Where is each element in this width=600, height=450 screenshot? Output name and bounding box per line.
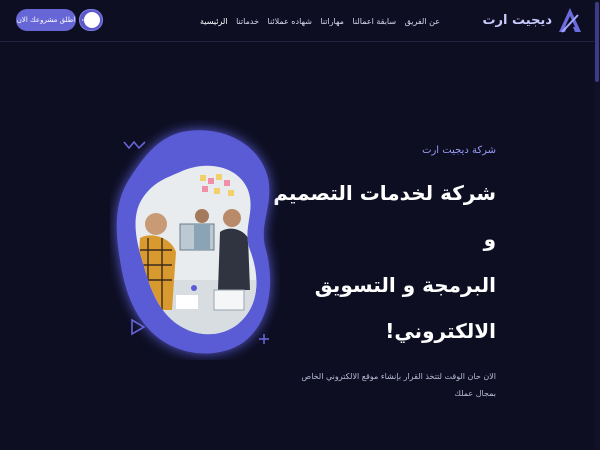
nav-link-portfolio[interactable]: سابقة اعمالنا — [352, 17, 396, 26]
team-photo-blob — [116, 130, 271, 354]
nav-link-team[interactable]: عن الفريق — [405, 17, 440, 26]
brand-name: ديجيت ارت — [482, 12, 552, 28]
scroll-thumb[interactable] — [595, 2, 599, 82]
nav-link-testimonials[interactable]: شهاده عملائنا — [268, 17, 312, 26]
hero-text: شركة ديجيت ارت شركة لخدمات التصميم و الب… — [266, 145, 496, 410]
nav-link-services[interactable]: خدماتنا — [236, 17, 259, 26]
launch-project-button[interactable]: اطلق مشروعك الان — [16, 9, 76, 31]
hero-eyebrow: شركة ديجيت ارت — [422, 145, 496, 156]
page-scrollbar[interactable] — [594, 0, 600, 450]
nav-link-skills[interactable]: مهاراتنا — [320, 17, 344, 26]
hero-headline-line-2: البرمجة و التسويق الالكتروني! — [314, 273, 496, 343]
top-navbar: ديجيت ارت الرئيسية خدماتنا شهاده عملائنا… — [0, 0, 600, 42]
brand[interactable]: ديجيت ارت — [482, 5, 582, 35]
theme-toggle[interactable] — [79, 9, 103, 31]
hero-headline: شركة لخدمات التصميم و البرمجة و التسويق … — [266, 170, 496, 354]
nav-links: الرئيسية خدماتنا شهاده عملائنا مهاراتنا … — [200, 0, 440, 42]
hero-description: الان حان الوقت لتتخذ القرار بإنشاء موقع … — [301, 372, 496, 398]
hero-illustration — [110, 120, 280, 360]
hero-headline-line-1: شركة لخدمات التصميم و — [273, 181, 496, 251]
nav-link-home[interactable]: الرئيسية — [200, 17, 228, 26]
toggle-knob — [84, 12, 100, 28]
triangle-a-logo-icon — [559, 8, 581, 33]
